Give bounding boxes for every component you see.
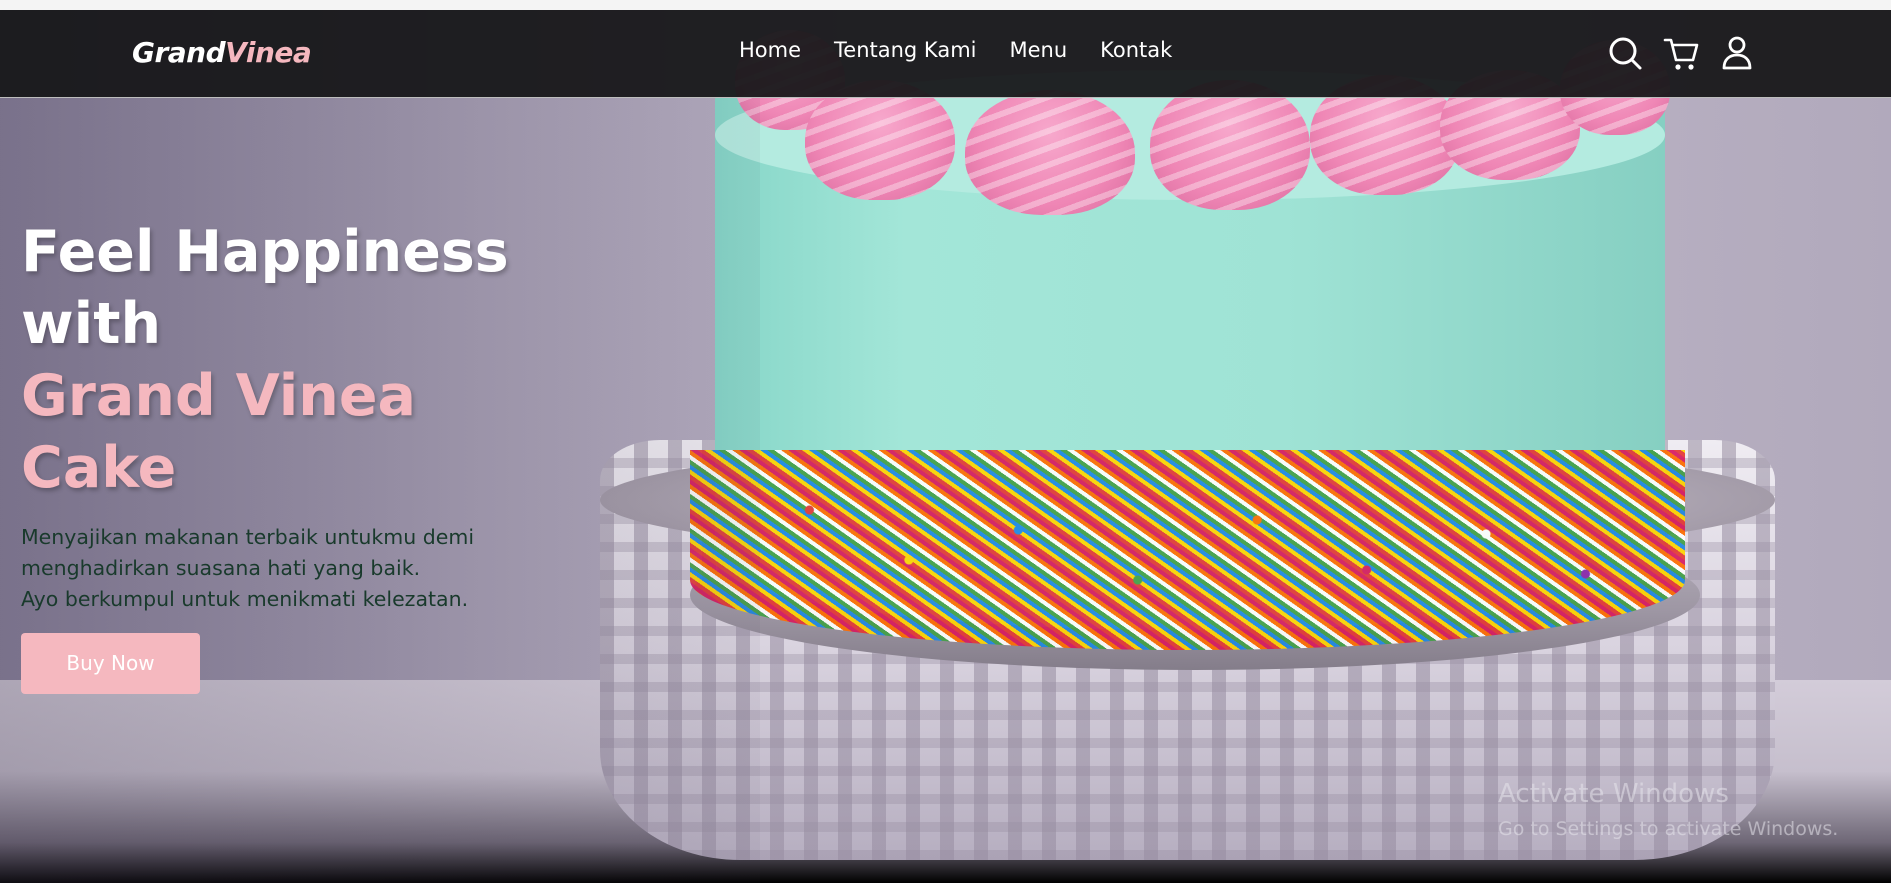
frosting-swirl (805, 80, 955, 200)
brand-logo[interactable]: GrandVinea (132, 36, 312, 69)
navbar: GrandVinea Home Tentang Kami Menu Kontak (0, 10, 1891, 98)
description-line2: menghadirkan suasana hati yang baik. (21, 556, 421, 580)
buy-now-button[interactable]: Buy Now (21, 633, 200, 694)
nav-icons (1607, 32, 1755, 72)
description-line1: Menyajikan makanan terbaik untukmu demi (21, 525, 475, 549)
cart-icon[interactable] (1663, 32, 1699, 72)
hero-content: Feel Happiness with Grand Vinea Cake Men… (21, 216, 581, 694)
nav-link-kontak[interactable]: Kontak (1100, 38, 1172, 62)
nav-link-home[interactable]: Home (739, 38, 801, 62)
headline-line2: with (21, 291, 162, 357)
windows-activation-watermark: Activate Windows Go to Settings to activ… (1498, 777, 1838, 844)
brand-name-part1: Grand (132, 36, 226, 69)
hero-description: Menyajikan makanan terbaik untukmu demi … (21, 522, 581, 615)
nav-link-menu[interactable]: Menu (1009, 38, 1067, 62)
watermark-subtitle: Go to Settings to activate Windows. (1498, 818, 1839, 840)
headline-line1: Feel Happiness (21, 219, 509, 285)
watermark-title: Activate Windows (1498, 779, 1729, 809)
headline-brand-line: Grand Vinea (21, 363, 416, 429)
nav-link-tentang-kami[interactable]: Tentang Kami (834, 38, 976, 62)
cake-sprinkles (690, 450, 1685, 650)
frosting-swirl (1150, 80, 1310, 210)
hero-headline: Feel Happiness with Grand Vinea Cake (21, 216, 581, 504)
brand-name-part2: Vinea (225, 36, 312, 69)
frosting-swirl (965, 90, 1135, 215)
user-icon[interactable] (1719, 32, 1755, 72)
search-icon[interactable] (1607, 32, 1643, 72)
headline-cake-line: Cake (21, 435, 177, 501)
nav-links: Home Tentang Kami Menu Kontak (739, 38, 1205, 62)
browser-top-strip (0, 0, 1891, 10)
description-line3: Ayo berkumpul untuk menikmati kelezatan. (21, 587, 469, 611)
